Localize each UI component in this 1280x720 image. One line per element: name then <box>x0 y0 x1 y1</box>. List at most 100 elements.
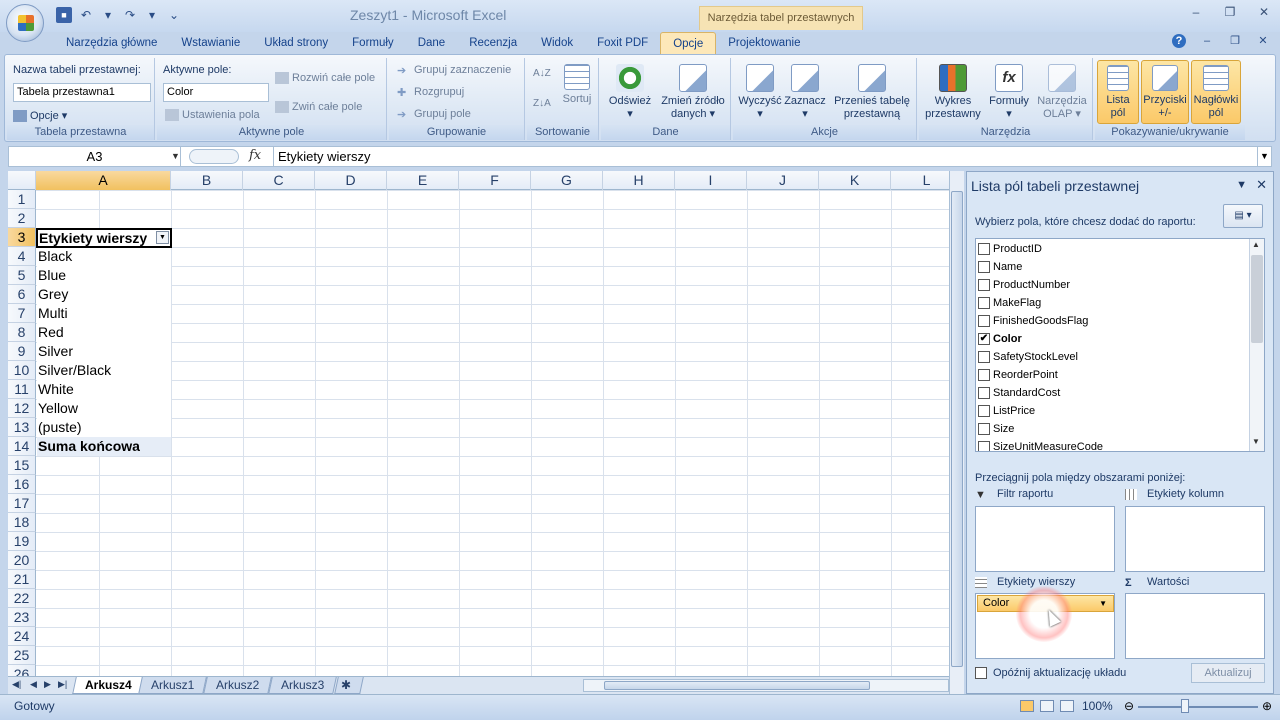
move-pivot-button[interactable]: Przenieś tabelę przestawną <box>829 64 915 121</box>
row-header-10[interactable]: 10 <box>8 361 36 380</box>
normal-view-icon[interactable] <box>1020 700 1034 712</box>
page-layout-view-icon[interactable] <box>1040 700 1054 712</box>
field-item-color[interactable]: ✔ Color <box>978 330 1022 348</box>
report-filter-drop-area[interactable] <box>975 506 1115 572</box>
pivot-name-input[interactable]: Tabela przestawna1 <box>13 83 151 102</box>
field-checkbox[interactable] <box>978 405 990 418</box>
column-header-b[interactable]: B <box>171 171 243 190</box>
sheet-tab-arkusz2[interactable]: Arkusz2 <box>203 677 273 694</box>
zoom-slider-thumb[interactable] <box>1181 699 1189 713</box>
field-list-scroll-thumb[interactable] <box>1251 255 1263 343</box>
sheet-tab-arkusz1[interactable]: Arkusz1 <box>138 677 208 694</box>
field-item-name[interactable]: Name <box>978 258 1022 276</box>
tab-design[interactable]: Projektowanie <box>716 32 812 54</box>
row-header-13[interactable]: 13 <box>8 418 36 437</box>
pivot-grand-total[interactable]: Suma końcowa <box>37 437 171 456</box>
tab-data[interactable]: Dane <box>406 32 458 54</box>
row-header-7[interactable]: 7 <box>8 304 36 323</box>
field-item-standardcost[interactable]: StandardCost <box>978 384 1060 402</box>
column-header-i[interactable]: I <box>675 171 747 190</box>
save-icon[interactable]: ■ <box>56 7 72 23</box>
row-header-25[interactable]: 25 <box>8 646 36 665</box>
pivot-options-button[interactable]: Opcje ▾ <box>13 109 67 123</box>
row-header-24[interactable]: 24 <box>8 627 36 646</box>
name-box-dropdown-icon[interactable]: ▼ <box>171 148 180 165</box>
field-checkbox[interactable] <box>978 423 990 436</box>
column-header-j[interactable]: J <box>747 171 819 190</box>
row-header-20[interactable]: 20 <box>8 551 36 570</box>
prev-sheet-icon[interactable]: ◀ <box>30 679 37 690</box>
name-box[interactable]: A3 <box>9 147 181 166</box>
row-header-26[interactable]: 26 <box>8 665 36 676</box>
column-header-k[interactable]: K <box>819 171 891 190</box>
sheet-tab-arkusz3[interactable]: Arkusz3 <box>268 677 338 694</box>
pivot-row-item[interactable]: Yellow <box>37 399 171 418</box>
pivot-row-labels-header[interactable]: Etykiety wierszy ▼ <box>36 228 172 248</box>
field-item-sizeunitmeasurecode[interactable]: SizeUnitMeasureCode <box>978 438 1103 451</box>
undo-dropdown-icon[interactable]: ▾ <box>100 7 116 23</box>
insert-sheet-icon[interactable]: ✱ <box>334 677 364 694</box>
row-header-9[interactable]: 9 <box>8 342 36 361</box>
sort-az-icon[interactable]: A↓Z <box>533 68 551 79</box>
pivot-row-item[interactable]: Multi <box>37 304 171 323</box>
restore-icon[interactable]: ❐ <box>1222 4 1238 20</box>
field-item-finishedgoodsflag[interactable]: FinishedGoodsFlag <box>978 312 1088 330</box>
group-field-button[interactable]: ➔ Grupuj pole <box>397 108 471 121</box>
tab-home[interactable]: Narzędzia główne <box>54 32 169 54</box>
pivot-chart-button[interactable]: Wykres przestawny <box>923 64 983 121</box>
zoom-out-icon[interactable]: ⊖ <box>1124 699 1134 713</box>
field-item-makeflag[interactable]: MakeFlag <box>978 294 1041 312</box>
field-item-safetystocklevel[interactable]: SafetyStockLevel <box>978 348 1078 366</box>
redo-icon[interactable]: ↷ <box>122 7 138 23</box>
active-field-input[interactable]: Color <box>163 83 269 102</box>
field-item-reorderpoint[interactable]: ReorderPoint <box>978 366 1058 384</box>
customize-qat-icon[interactable]: ⌄ <box>166 7 182 23</box>
field-item-size[interactable]: Size <box>978 420 1014 438</box>
pivot-row-item[interactable]: Silver/Black <box>37 361 171 380</box>
chip-dropdown-icon[interactable]: ▼ <box>1099 596 1107 611</box>
row-header-21[interactable]: 21 <box>8 570 36 589</box>
formula-input[interactable]: Etykiety wierszy <box>273 147 1258 166</box>
row-header-16[interactable]: 16 <box>8 475 36 494</box>
field-checkbox[interactable] <box>978 369 990 382</box>
row-header-4[interactable]: 4 <box>8 247 36 266</box>
zoom-level[interactable]: 100% <box>1082 699 1113 713</box>
vertical-scrollbar[interactable] <box>949 171 964 694</box>
pane-close-icon[interactable]: ✕ <box>1256 177 1267 193</box>
row-header-18[interactable]: 18 <box>8 513 36 532</box>
field-item-productid[interactable]: ProductID <box>978 240 1042 258</box>
select-all-corner[interactable] <box>8 171 36 190</box>
pivot-row-item[interactable]: Blue <box>37 266 171 285</box>
row-header-8[interactable]: 8 <box>8 323 36 342</box>
collapse-field-button[interactable]: Zwiń całe pole <box>275 101 362 114</box>
sheet-tab-arkusz4[interactable]: Arkusz4 <box>72 677 145 694</box>
field-checkbox[interactable] <box>978 297 990 310</box>
first-sheet-icon[interactable]: ◀| <box>12 679 21 690</box>
page-break-view-icon[interactable] <box>1060 700 1074 712</box>
sort-button[interactable]: Sortuj <box>559 64 595 106</box>
row-header-11[interactable]: 11 <box>8 380 36 399</box>
field-list-button[interactable]: Lista pól <box>1097 60 1139 124</box>
sort-za-icon[interactable]: Z↓A <box>533 98 551 109</box>
horizontal-scroll-thumb[interactable] <box>604 681 870 690</box>
vertical-scroll-thumb[interactable] <box>951 191 963 667</box>
pivot-row-item[interactable]: Red <box>37 323 171 342</box>
field-checkbox[interactable] <box>978 261 990 274</box>
select-button[interactable]: Zaznacz ▾ <box>783 64 827 121</box>
pane-options-dropdown-icon[interactable]: ▼ <box>1236 179 1247 191</box>
row-header-23[interactable]: 23 <box>8 608 36 627</box>
expand-field-button[interactable]: Rozwiń całe pole <box>275 72 375 85</box>
refresh-button[interactable]: Odśwież ▾ <box>605 64 655 121</box>
column-header-d[interactable]: D <box>315 171 387 190</box>
field-list-layout-button[interactable]: ▤ ▾ <box>1223 204 1263 228</box>
tab-insert[interactable]: Wstawianie <box>169 32 252 54</box>
tab-foxit-pdf[interactable]: Foxit PDF <box>585 32 660 54</box>
row-header-22[interactable]: 22 <box>8 589 36 608</box>
column-header-e[interactable]: E <box>387 171 459 190</box>
close-workbook-icon[interactable]: ✕ <box>1256 34 1270 48</box>
expand-formula-bar-icon[interactable]: ▼ <box>1257 147 1271 166</box>
pivot-row-item[interactable]: Black <box>37 247 171 266</box>
field-item-productnumber[interactable]: ProductNumber <box>978 276 1070 294</box>
zoom-in-icon[interactable]: ⊕ <box>1262 699 1272 713</box>
column-header-g[interactable]: G <box>531 171 603 190</box>
